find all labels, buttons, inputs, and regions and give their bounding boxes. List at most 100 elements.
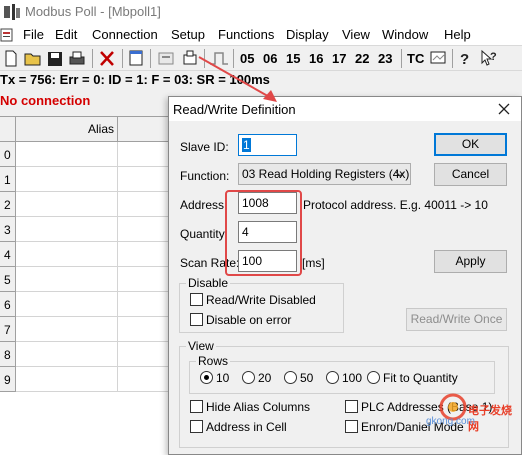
alias-cell[interactable] — [16, 242, 118, 267]
alias-cell[interactable] — [16, 217, 118, 242]
new-file-icon[interactable] — [3, 49, 19, 68]
disable-group-label: Disable — [186, 276, 231, 290]
disconnect-icon[interactable] — [98, 49, 116, 68]
row-number: 7 — [0, 317, 16, 342]
alias-cell[interactable] — [16, 342, 118, 367]
alias-cell[interactable] — [16, 142, 118, 167]
rw-disabled-label: Read/Write Disabled — [206, 293, 316, 307]
fc23-button[interactable]: 23 — [378, 51, 392, 66]
fc15-button[interactable]: 15 — [286, 51, 300, 66]
menu-setup[interactable]: Setup — [171, 27, 205, 42]
close-icon[interactable] — [495, 100, 513, 118]
window-title: Modbus Poll - [Mbpoll1] — [25, 4, 161, 19]
enron-mode-checkbox[interactable] — [345, 420, 358, 433]
rows-100-radio[interactable] — [326, 371, 339, 384]
address-hint: Protocol address. E.g. 40011 -> 10 — [303, 198, 488, 212]
menu-connection[interactable]: Connection — [92, 27, 158, 42]
fc16-button[interactable]: 16 — [309, 51, 323, 66]
toolbar-separator — [452, 49, 453, 68]
grid-column-alias[interactable]: Alias — [16, 117, 118, 142]
column-alias-label: Alias — [87, 122, 114, 136]
svg-text:?: ? — [490, 51, 497, 63]
value-cell[interactable] — [118, 317, 170, 342]
view-group-label: View — [186, 339, 216, 353]
row-number: 0 — [0, 142, 16, 167]
fc17-button[interactable]: 17 — [332, 51, 346, 66]
alias-cell[interactable] — [16, 317, 118, 342]
context-help-icon[interactable]: ? — [480, 49, 498, 68]
print-icon[interactable] — [68, 49, 86, 68]
row-number: 2 — [0, 192, 16, 217]
value-cell[interactable] — [118, 167, 170, 192]
disable-on-error-checkbox[interactable] — [190, 313, 203, 326]
toolbar-separator — [150, 49, 151, 68]
document-icon[interactable] — [0, 28, 14, 42]
quantity-label: Quantity: — [180, 227, 229, 241]
row-number: 6 — [0, 292, 16, 317]
svg-text:?: ? — [460, 51, 469, 68]
grid-corner — [0, 117, 16, 142]
highlight-box — [225, 190, 302, 276]
slave-id-value: 1 — [242, 138, 251, 152]
row-number: 9 — [0, 367, 16, 392]
ok-button[interactable]: OK — [434, 133, 507, 156]
alias-cell[interactable] — [16, 267, 118, 292]
menu-functions[interactable]: Functions — [218, 27, 274, 42]
value-cell[interactable] — [118, 192, 170, 217]
value-cell[interactable] — [118, 142, 170, 167]
rows-50-radio[interactable] — [284, 371, 297, 384]
hide-alias-checkbox[interactable] — [190, 400, 203, 413]
open-folder-icon[interactable] — [24, 49, 42, 68]
alias-cell[interactable] — [16, 192, 118, 217]
address-in-cell-label: Address in Cell — [206, 420, 287, 434]
read-write-once-button[interactable]: Read/Write Once — [406, 308, 507, 331]
toolbar-separator — [122, 49, 123, 68]
function-label: Function: — [180, 169, 230, 183]
menu-edit[interactable]: Edit — [55, 27, 77, 42]
plc-addresses-checkbox[interactable] — [345, 400, 358, 413]
hide-alias-label: Hide Alias Columns — [206, 400, 311, 414]
help-icon[interactable]: ? — [458, 49, 472, 68]
apply-button[interactable]: Apply — [434, 250, 507, 273]
monitor-icon[interactable] — [429, 49, 447, 68]
cancel-button[interactable]: Cancel — [434, 163, 507, 186]
menu-view[interactable]: View — [342, 27, 370, 42]
slave-id-label: Slave ID: — [180, 140, 229, 154]
menu-file[interactable]: File — [23, 27, 44, 42]
register-grid: Alias 0 1 2 3 4 5 6 7 8 9 — [0, 116, 170, 455]
rows-20-radio[interactable] — [242, 371, 255, 384]
read-write-icon[interactable] — [157, 49, 175, 68]
value-cell[interactable] — [118, 217, 170, 242]
watermark-url: gkong.com — [426, 416, 475, 427]
value-cell[interactable] — [118, 267, 170, 292]
value-cell[interactable] — [118, 342, 170, 367]
alias-cell[interactable] — [16, 292, 118, 317]
grid-column-value[interactable] — [118, 117, 170, 142]
value-cell[interactable] — [118, 367, 170, 392]
scan-rate-unit: [ms] — [302, 256, 325, 270]
menu-help[interactable]: Help — [444, 27, 471, 42]
window-icon[interactable] — [128, 49, 144, 68]
alias-cell[interactable] — [16, 367, 118, 392]
function-select[interactable]: 03 Read Holding Registers (4x) — [238, 163, 411, 185]
save-icon[interactable] — [47, 49, 63, 68]
toolbar-separator — [401, 49, 402, 68]
rows-group-label: Rows — [196, 354, 231, 368]
modbus-app-icon — [4, 4, 20, 20]
traffic-button[interactable]: TC — [407, 51, 424, 66]
menu-window[interactable]: Window — [382, 27, 428, 42]
rows-fit-radio[interactable] — [367, 371, 380, 384]
slave-id-input[interactable]: 1 — [238, 134, 297, 156]
value-cell[interactable] — [118, 242, 170, 267]
rows-10-radio[interactable] — [200, 371, 213, 384]
address-label: Address: — [180, 198, 228, 212]
alias-cell[interactable] — [16, 167, 118, 192]
rw-disabled-checkbox[interactable] — [190, 293, 203, 306]
toolbar-separator — [92, 49, 93, 68]
rows-20-label: 20 — [258, 371, 272, 385]
address-in-cell-checkbox[interactable] — [190, 420, 203, 433]
arrow-icon — [198, 56, 277, 102]
fc22-button[interactable]: 22 — [355, 51, 369, 66]
menu-display[interactable]: Display — [286, 27, 329, 42]
value-cell[interactable] — [118, 292, 170, 317]
